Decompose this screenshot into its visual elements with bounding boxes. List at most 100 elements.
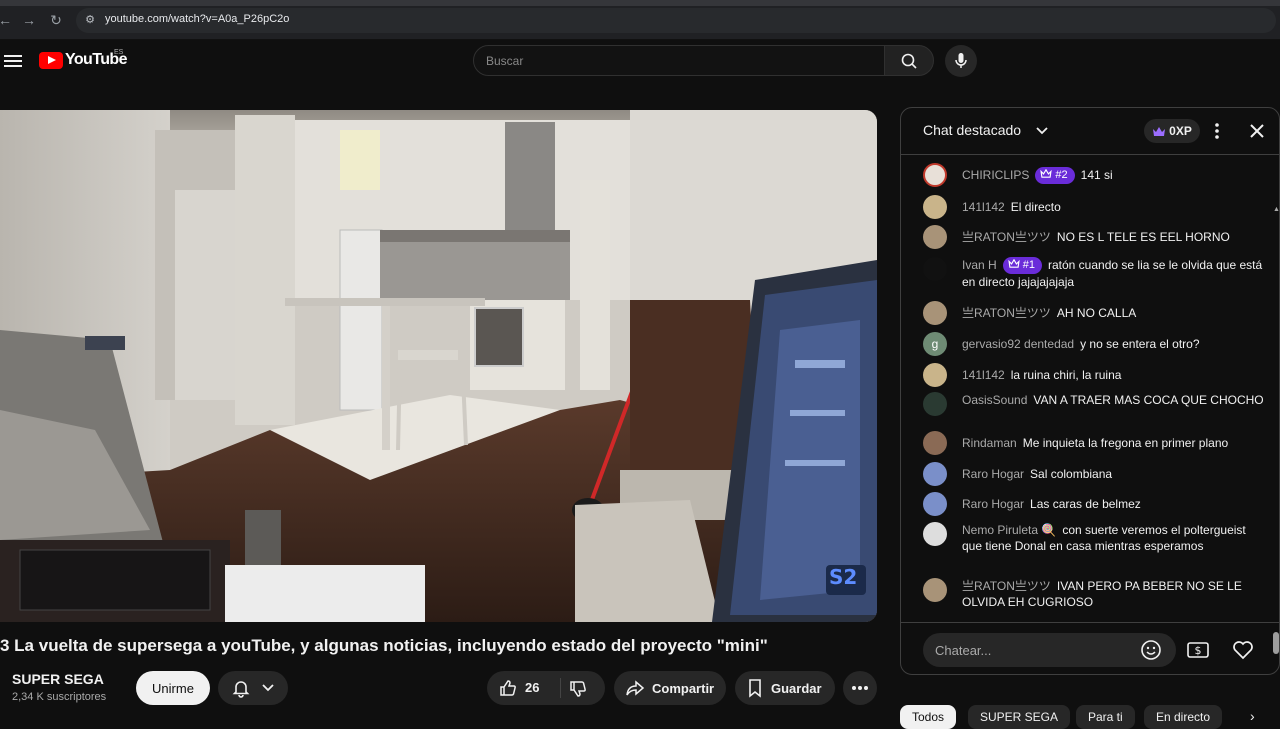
chip-for-you[interactable]: Para ti <box>1076 705 1135 729</box>
channel-name[interactable]: SUPER SEGA <box>12 671 104 687</box>
chat-author[interactable]: Raro Hogar <box>962 497 1024 511</box>
more-actions-button[interactable] <box>843 671 877 705</box>
chip-live[interactable]: En directo <box>1144 705 1223 729</box>
chat-message: 亗RATON亗ツツ IVAN PERO PA BEBER NO SE LE OLV… <box>923 578 1268 610</box>
super-chat-icon[interactable]: $ <box>1186 638 1210 662</box>
notifications-button[interactable] <box>218 671 288 705</box>
rank-label: #2 <box>1055 169 1068 181</box>
heart-icon[interactable] <box>1231 638 1255 662</box>
chat-author[interactable]: OasisSound <box>962 393 1027 407</box>
chip-channel[interactable]: SUPER SEGA <box>968 705 1071 729</box>
avatar[interactable] <box>923 257 947 281</box>
chat-message-list[interactable]: ▲ CHIRICLIPS #2 141 si 141l142 El directo … <box>901 156 1279 654</box>
search-input[interactable]: Buscar <box>473 45 885 76</box>
back-icon[interactable]: ← <box>0 11 14 29</box>
share-icon <box>626 680 645 696</box>
forward-icon[interactable]: → <box>20 11 38 29</box>
chat-author[interactable]: gervasio92 dentedad <box>962 337 1074 351</box>
chat-author[interactable]: Raro Hogar <box>962 467 1024 481</box>
chat-text: Me inquieta la fregona en primer plano <box>1022 436 1229 450</box>
close-icon[interactable] <box>1248 122 1266 140</box>
chip-all[interactable]: Todos <box>900 705 957 729</box>
chat-author[interactable]: CHIRICLIPS <box>962 168 1029 182</box>
svg-text:$: $ <box>1195 644 1202 657</box>
crown-icon <box>1007 258 1020 268</box>
xp-value: 0XP <box>1169 124 1192 138</box>
avatar[interactable] <box>923 363 947 387</box>
url-text[interactable]: youtube.com/watch?v=A0a_P26pC2o <box>105 13 289 25</box>
rank-badge: #1 <box>1002 257 1042 274</box>
video-frame[interactable] <box>0 110 877 622</box>
chat-text: y no se entera el otro? <box>1080 337 1200 351</box>
chat-message: 141l142 El directo <box>923 195 1268 219</box>
like-dislike-group: 26 <box>487 671 605 705</box>
video-player[interactable]: S2 <box>0 110 877 622</box>
emoji-icon[interactable] <box>1140 639 1162 661</box>
video-title: 3 La vuelta de supersega a youTube, y al… <box>0 636 768 655</box>
share-button[interactable]: Compartir <box>614 671 726 705</box>
chat-author[interactable]: 141l142 <box>962 200 1005 214</box>
country-code: ES <box>114 49 124 56</box>
bookmark-icon <box>749 679 761 698</box>
chat-mode-selector[interactable]: Chat destacado <box>923 122 1021 138</box>
avatar[interactable] <box>923 163 947 187</box>
site-settings-icon[interactable]: ⚙ <box>82 12 98 28</box>
avatar[interactable] <box>923 195 947 219</box>
avatar[interactable] <box>923 462 947 486</box>
avatar[interactable] <box>923 431 947 455</box>
crown-icon <box>1040 168 1053 178</box>
chat-text: El directo <box>1010 200 1061 214</box>
chat-author[interactable]: 亗RATON亗ツツ <box>962 579 1051 593</box>
crown-icon <box>1153 126 1166 136</box>
channel-watermark: S2 <box>829 565 858 589</box>
chat-text: VAN A TRAER MAS COCA QUE CHOCHO <box>1033 393 1264 407</box>
chat-author[interactable]: 亗RATON亗ツツ <box>962 230 1051 244</box>
chat-message: Raro Hogar Sal colombiana <box>923 462 1268 486</box>
save-label: Guardar <box>771 680 822 696</box>
voice-search-button[interactable] <box>945 45 977 77</box>
chat-message: Raro Hogar Las caras de belmez <box>923 492 1268 516</box>
xp-badge[interactable]: 0XP <box>1144 119 1200 143</box>
chat-message: Ivan H #1 ratón cuando se lia se le olvid… <box>923 257 1268 290</box>
chat-author[interactable]: 141l142 <box>962 368 1005 382</box>
search-button[interactable] <box>884 45 934 76</box>
chat-author[interactable]: Nemo Piruleta 🍭 <box>962 523 1056 537</box>
address-bar[interactable]: ⚙ youtube.com/watch?v=A0a_P26pC2o <box>76 8 1276 33</box>
dislike-icon[interactable] <box>568 679 588 699</box>
chat-author[interactable]: Rindaman <box>962 436 1017 450</box>
avatar[interactable] <box>923 578 947 602</box>
chat-text: la ruina chiri, la ruina <box>1010 368 1122 382</box>
chevron-right-icon[interactable]: › <box>1250 708 1255 724</box>
scroll-up-icon[interactable]: ▲ <box>1273 206 1279 213</box>
chat-message: CHIRICLIPS #2 141 si <box>923 163 1268 187</box>
reload-icon[interactable]: ↻ <box>47 11 65 29</box>
avatar[interactable]: g <box>923 332 947 356</box>
chat-message: 141l142 la ruina chiri, la ruina <box>923 363 1268 387</box>
browser-toolbar: ← → ↻ ⚙ youtube.com/watch?v=A0a_P26pC2o <box>0 0 1280 40</box>
tab-strip <box>0 0 1280 6</box>
avatar[interactable] <box>923 392 947 416</box>
avatar[interactable] <box>923 492 947 516</box>
like-divider <box>560 678 561 698</box>
save-button[interactable]: Guardar <box>735 671 835 705</box>
chat-input[interactable]: Chatear... <box>923 633 1176 667</box>
rank-label: #1 <box>1022 259 1035 271</box>
chat-text: Sal colombiana <box>1030 467 1113 481</box>
avatar[interactable] <box>923 522 947 546</box>
chat-author[interactable]: Ivan H <box>962 258 997 272</box>
chat-message: 亗RATON亗ツツ NO ES L TELE ES EEL HORNO <box>923 225 1268 249</box>
share-label: Compartir <box>652 680 715 696</box>
youtube-logo[interactable]: YouTube ES <box>39 49 127 69</box>
subscriber-count: 2,34 K suscriptores <box>12 691 107 703</box>
like-icon[interactable] <box>498 678 518 698</box>
chevron-down-icon[interactable] <box>1035 121 1049 141</box>
more-vert-icon[interactable] <box>1213 121 1221 141</box>
more-horizontal-icon <box>852 686 868 690</box>
join-button[interactable]: Unirme <box>136 671 210 705</box>
chat-author[interactable]: 亗RATON亗ツツ <box>962 306 1051 320</box>
avatar[interactable] <box>923 301 947 325</box>
menu-icon[interactable] <box>4 53 22 69</box>
avatar[interactable] <box>923 225 947 249</box>
chat-header: Chat destacado 0XP <box>901 108 1279 155</box>
chat-message: 亗RATON亗ツツ AH NO CALLA <box>923 301 1268 325</box>
